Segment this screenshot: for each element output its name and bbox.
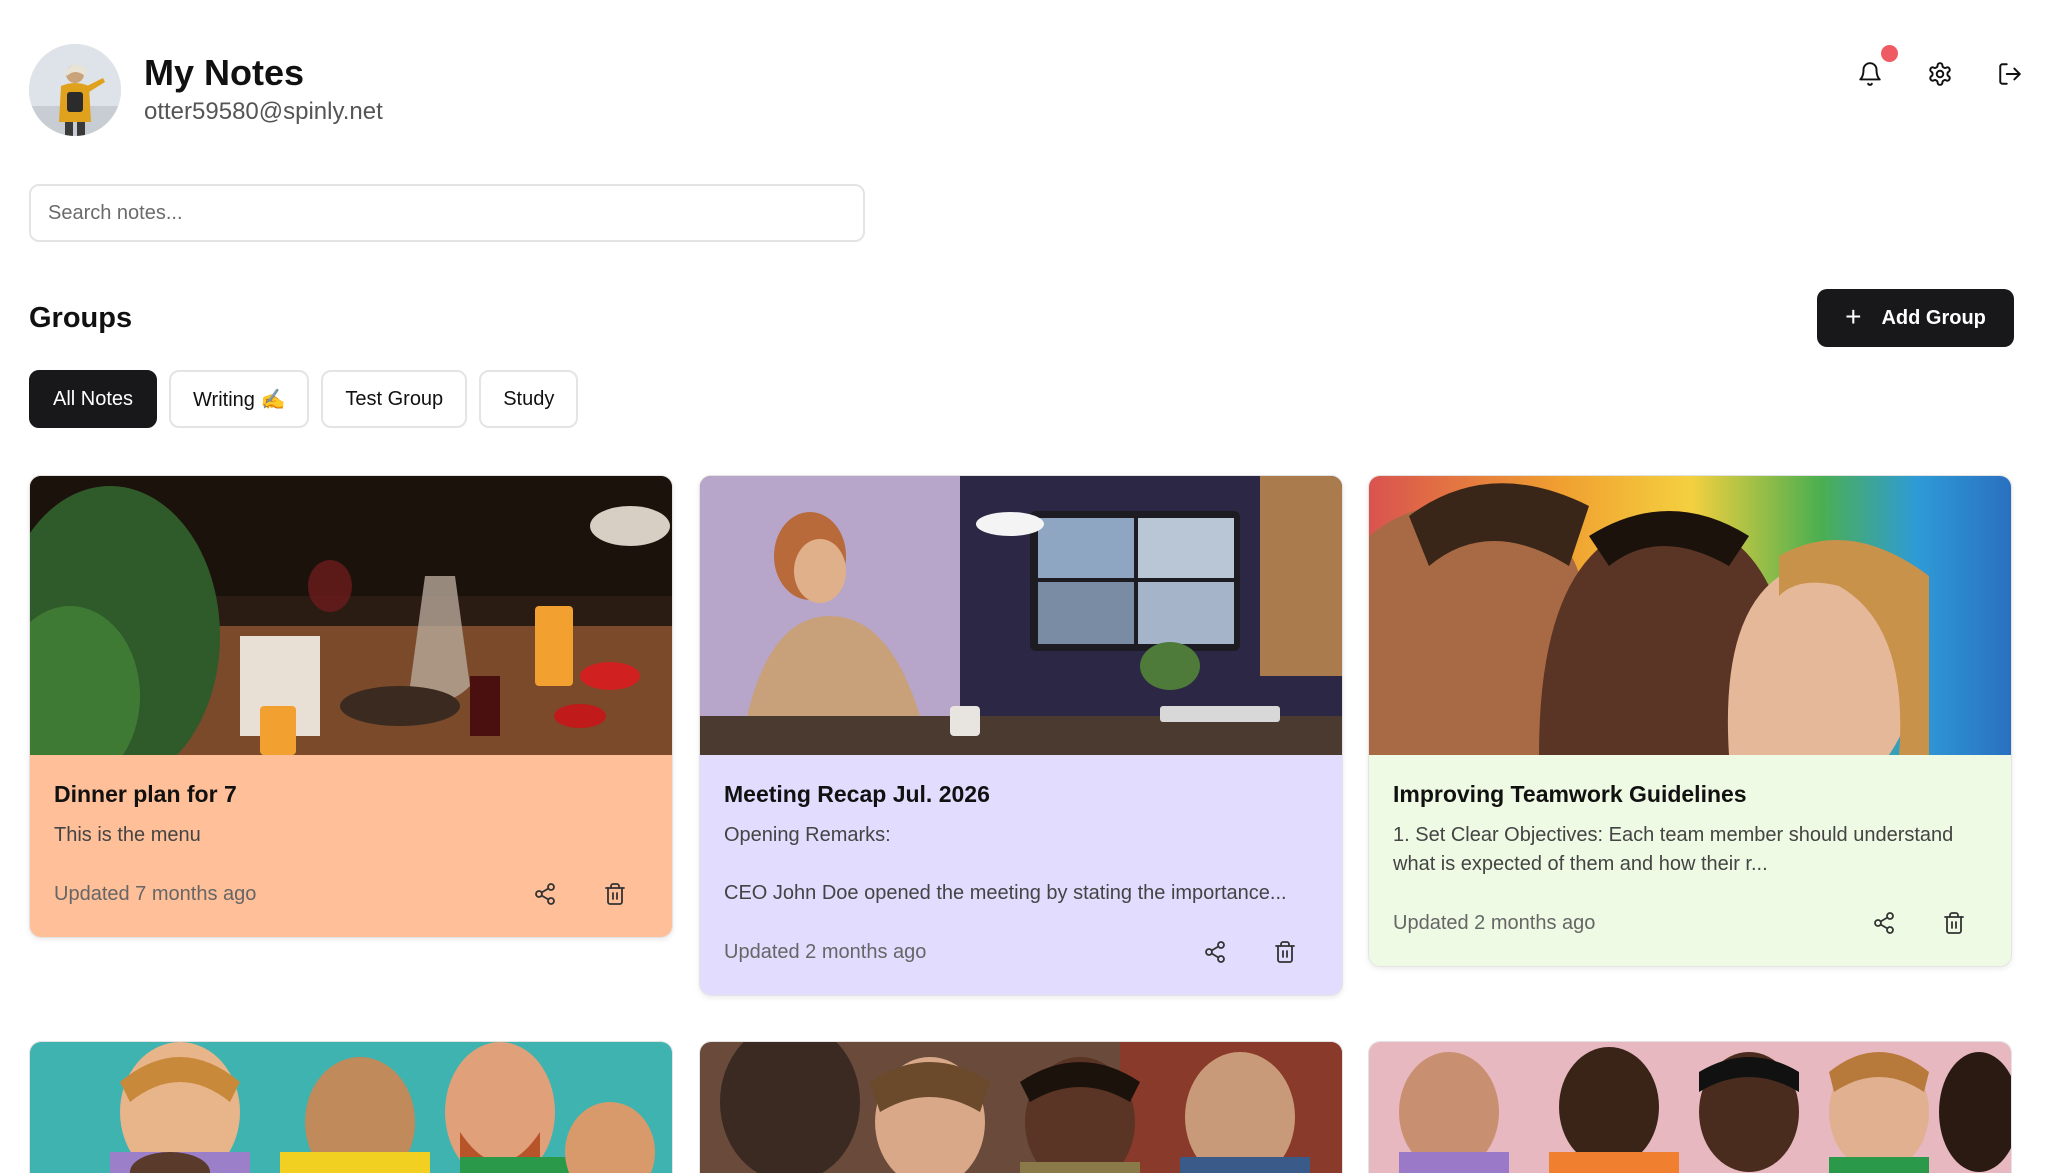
dinner-table-photo <box>30 476 672 755</box>
share-button[interactable] <box>528 877 562 911</box>
note-card-body: Meeting Recap Jul. 2026 Opening Remarks:… <box>700 755 1342 995</box>
students-library-photo <box>700 1042 1342 1173</box>
note-card-body: Dinner plan for 7 This is the menu Updat… <box>30 755 672 937</box>
students-table-photo <box>1369 1042 2011 1173</box>
note-updated: Updated 2 months ago <box>1393 911 1596 934</box>
note-card[interactable] <box>1368 1041 2012 1173</box>
group-filter-chips: All Notes Writing ✍️ Test Group Study <box>29 370 579 428</box>
logout-button[interactable] <box>1992 56 2028 92</box>
user-avatar-image <box>29 44 121 136</box>
user-header: My Notes otter59580@spinly.net <box>29 44 383 136</box>
plus-icon: + <box>1845 300 1862 332</box>
groups-heading: Groups <box>29 302 133 334</box>
note-footer: Updated 2 months ago <box>724 935 1318 969</box>
smiling-group-photo <box>30 1042 672 1173</box>
gear-icon <box>1929 62 1951 86</box>
share-icon <box>535 883 555 905</box>
note-title: Improving Teamwork Guidelines <box>1393 781 1747 807</box>
chip-test-group[interactable]: Test Group <box>321 370 468 428</box>
add-group-button[interactable]: + Add Group <box>1817 289 2014 347</box>
note-card[interactable]: Meeting Recap Jul. 2026 Opening Remarks:… <box>699 475 1343 996</box>
note-footer: Updated 7 months ago <box>54 877 648 911</box>
note-card[interactable] <box>699 1041 1343 1173</box>
note-card[interactable] <box>29 1041 673 1173</box>
share-button[interactable] <box>1867 906 1901 940</box>
note-card-body: Improving Teamwork Guidelines 1. Set Cle… <box>1369 755 2011 966</box>
note-description: This is the menu <box>54 824 201 846</box>
note-title: Dinner plan for 7 <box>54 781 237 807</box>
note-actions <box>1867 906 1971 940</box>
note-description: 1. Set Clear Objectives: Each team membe… <box>1393 824 1954 875</box>
share-icon <box>1874 912 1894 934</box>
notifications-button[interactable] <box>1852 45 1898 92</box>
note-footer: Updated 2 months ago <box>1393 906 1987 940</box>
settings-button[interactable] <box>1922 56 1958 92</box>
team-profiles-photo <box>1369 476 2011 755</box>
notification-badge <box>1881 45 1898 62</box>
share-button[interactable] <box>1198 935 1232 969</box>
search-input[interactable] <box>29 184 865 242</box>
add-group-label: Add Group <box>1881 306 1986 329</box>
avatar[interactable] <box>29 44 121 136</box>
delete-button[interactable] <box>598 877 632 911</box>
share-icon <box>1205 941 1225 963</box>
video-call-photo <box>700 476 1342 755</box>
note-title: Meeting Recap Jul. 2026 <box>724 781 990 807</box>
note-description: Opening Remarks: CEO John Doe opened the… <box>724 824 1287 904</box>
page-title: My Notes <box>144 52 305 93</box>
note-updated: Updated 2 months ago <box>724 940 927 963</box>
bell-icon <box>1859 62 1881 86</box>
trash-icon <box>605 883 625 905</box>
note-actions <box>1198 935 1302 969</box>
header-actions <box>1852 45 2028 92</box>
user-info: My Notes otter59580@spinly.net <box>144 52 383 128</box>
trash-icon <box>1275 941 1295 963</box>
note-updated: Updated 7 months ago <box>54 882 257 905</box>
note-card[interactable]: Improving Teamwork Guidelines 1. Set Cle… <box>1368 475 2012 967</box>
chip-writing[interactable]: Writing ✍️ <box>169 370 310 428</box>
user-email: otter59580@spinly.net <box>144 98 383 125</box>
note-actions <box>528 877 632 911</box>
trash-icon <box>1944 912 1964 934</box>
notes-app: My Notes otter59580@spinly.net Search no… <box>0 0 2048 1173</box>
delete-button[interactable] <box>1937 906 1971 940</box>
delete-button[interactable] <box>1268 935 1302 969</box>
chip-study[interactable]: Study <box>479 370 579 428</box>
logout-icon <box>1999 63 2021 85</box>
note-card[interactable]: Dinner plan for 7 This is the menu Updat… <box>29 475 673 938</box>
chip-all-notes[interactable]: All Notes <box>29 370 158 428</box>
